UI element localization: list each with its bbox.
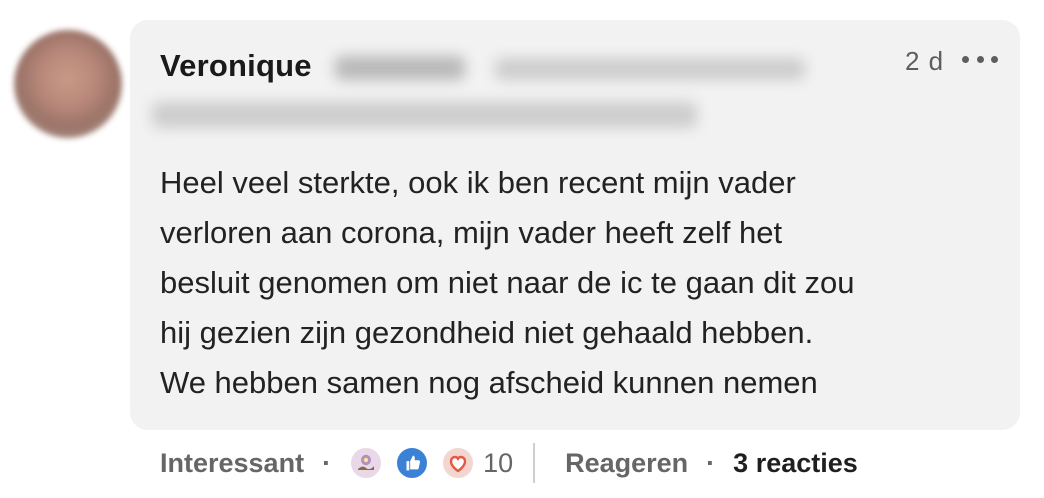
replies-count-link[interactable]: 3 reacties — [733, 448, 858, 479]
comment-bubble: Veronique 2 d Heel veel sterkte, ook ik … — [130, 20, 1020, 430]
reaction-count[interactable]: 10 — [483, 448, 513, 479]
comment-text-line: hij gezien zijn gezondheid niet gehaald … — [160, 315, 814, 350]
comment-timestamp: 2 d — [905, 46, 945, 76]
reply-button[interactable]: Reageren — [565, 448, 688, 479]
divider — [533, 443, 536, 483]
love-icon — [441, 446, 476, 480]
comment-text-line: Heel veel sterkte, ook ik ben recent mij… — [160, 165, 796, 200]
redacted-headline — [495, 58, 805, 80]
author-name[interactable]: Veronique — [160, 48, 312, 84]
comment-text-line: verloren aan corona, mijn vader heeft ze… — [160, 215, 783, 250]
like-icon — [395, 446, 430, 480]
separator-dot: · — [322, 447, 332, 478]
comment-text: Heel veel sterkte, ook ik ben recent mij… — [160, 158, 1000, 408]
redacted-headline-line-2 — [152, 102, 697, 128]
more-options-icon[interactable] — [962, 44, 998, 74]
separator-dot: · — [706, 447, 716, 478]
comment-text-line: We hebben samen nog afscheid kunnen neme… — [160, 365, 818, 400]
insightful-icon — [349, 446, 384, 480]
react-button[interactable]: Interessant — [160, 448, 304, 479]
comment-actions-bar: Interessant · 10 Reageren · 3 reacties — [160, 440, 858, 486]
comment-text-line: besluit genomen om niet naar de ic te ga… — [160, 265, 855, 300]
reactions-summary[interactable]: 10 — [349, 446, 513, 480]
author-avatar[interactable] — [14, 30, 122, 138]
redacted-surname — [335, 56, 465, 80]
